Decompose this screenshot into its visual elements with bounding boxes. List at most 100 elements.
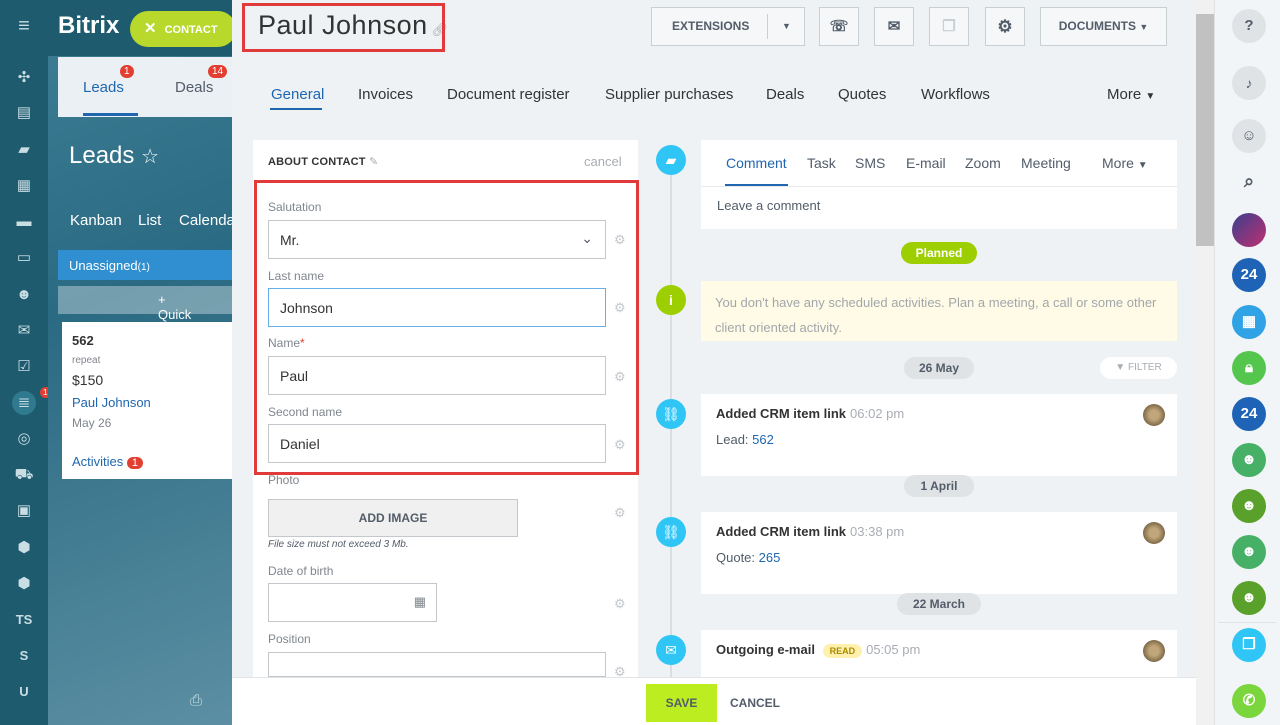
save-button[interactable]: SAVE	[646, 684, 717, 722]
column-name: Unassigned	[69, 258, 138, 273]
chat-icon[interactable]: ▰	[12, 138, 36, 162]
field-settings-icon[interactable]: ⚙	[614, 596, 626, 612]
tab-more[interactable]: More ▼	[1107, 86, 1155, 103]
view-kanban[interactable]: Kanban	[70, 212, 122, 229]
chat-icon[interactable]: ☺	[1232, 119, 1266, 153]
calendar-icon[interactable]: ▦	[12, 174, 36, 198]
bitrix24-icon[interactable]: 24	[1232, 258, 1266, 292]
view-list[interactable]: List	[138, 212, 161, 229]
filter-button[interactable]: ▼ FILTER	[1100, 357, 1177, 379]
event-link[interactable]: 265	[759, 550, 781, 565]
settings-button[interactable]: ⚙	[985, 7, 1025, 46]
tab-document-register[interactable]: Document register	[447, 86, 570, 103]
composer-tab-meeting[interactable]: Meeting	[1021, 155, 1071, 171]
add-image-button[interactable]: ADD IMAGE	[268, 499, 518, 537]
name-fields-highlight-box	[254, 180, 639, 475]
tab-deals[interactable]: Deals	[175, 79, 213, 96]
card-name-link[interactable]: Paul Johnson	[72, 395, 151, 410]
tab-deals[interactable]: Deals	[766, 86, 804, 103]
comment-input[interactable]: Leave a comment	[717, 198, 820, 213]
card-date: May 26	[72, 416, 112, 430]
phone-icon[interactable]: ✆	[1232, 684, 1266, 718]
dob-input[interactable]: ▦	[268, 583, 437, 622]
card-icon[interactable]: ▣	[12, 499, 36, 523]
kanban-card[interactable]: 562 repeat $150 Paul Johnson May 26 Acti…	[62, 322, 238, 479]
cancel-button[interactable]: CANCEL	[730, 684, 780, 722]
section-cancel-link[interactable]: cancel	[584, 154, 622, 169]
documents-button[interactable]: DOCUMENTS ▼	[1040, 7, 1167, 46]
crm-filter-icon[interactable]: ≣15	[12, 387, 55, 415]
field-settings-icon[interactable]: ⚙	[614, 505, 626, 521]
avatar[interactable]	[1232, 213, 1266, 247]
drive-icon[interactable]: ▭	[12, 246, 36, 270]
docs-icon[interactable]: ▬	[12, 210, 36, 234]
group-icon[interactable]: ☻	[1232, 581, 1266, 615]
column-count: (1)	[137, 262, 150, 273]
mail-icon[interactable]: ✉	[12, 319, 36, 343]
tab-quotes[interactable]: Quotes	[838, 86, 886, 103]
split-divider	[767, 14, 768, 39]
planned-badge: Planned	[901, 242, 977, 264]
composer-tab-more[interactable]: More ▼	[1102, 155, 1148, 171]
box-icon[interactable]: ⬢	[12, 536, 36, 560]
checklist-icon[interactable]: ☑	[12, 355, 36, 379]
quick-lead-button[interactable]: + Quick Lea	[58, 286, 258, 337]
group-icon[interactable]: ☻	[1232, 489, 1266, 523]
target-icon[interactable]: ◎	[12, 427, 36, 451]
composer-tab-sms[interactable]: SMS	[855, 155, 885, 171]
tab-invoices[interactable]: Invoices	[358, 86, 413, 103]
link-event-icon: ⛓	[656, 399, 686, 429]
date-separator: 22 March	[897, 593, 981, 615]
view-calendar[interactable]: Calenda	[179, 212, 235, 229]
calendar-icon[interactable]: ▦	[1232, 305, 1266, 339]
event-link[interactable]: 562	[752, 432, 774, 447]
activity-stream-icon[interactable]: ✣	[12, 66, 36, 90]
tab-leads[interactable]: Leads	[83, 79, 124, 96]
close-contact-button[interactable]: ✕ CONTACT	[130, 11, 236, 47]
star-icon[interactable]: ☆	[141, 146, 159, 168]
call-button[interactable]: ☏	[819, 7, 859, 46]
rail-item-s[interactable]: S	[12, 644, 36, 668]
group-icon[interactable]: ☻	[1232, 443, 1266, 477]
tab-supplier-purchases[interactable]: Supplier purchases	[605, 86, 733, 103]
help-icon[interactable]: ?	[1232, 9, 1266, 43]
scrollbar-thumb[interactable]	[1196, 14, 1214, 246]
pencil-icon[interactable]: ✎	[369, 156, 378, 168]
cart-icon[interactable]: ⛟	[12, 463, 36, 487]
composer-more-label: More	[1102, 155, 1134, 171]
phone-icon: ☏	[829, 18, 849, 35]
card-activities[interactable]: Activities 1	[72, 454, 144, 469]
group-icon[interactable]: ☻	[1232, 535, 1266, 569]
search-icon[interactable]: ⌕	[1232, 164, 1266, 198]
event-detail: Quote: 265	[716, 550, 780, 565]
chevron-down-icon[interactable]: ▼	[782, 8, 791, 45]
rail-item-ts[interactable]: TS	[12, 608, 36, 632]
box2-icon[interactable]: ⬢	[12, 572, 36, 596]
avatar[interactable]	[1143, 640, 1165, 662]
no-activities-notice: You don't have any scheduled activities.…	[701, 281, 1177, 341]
tab-workflows[interactable]: Workflows	[921, 86, 990, 103]
composer-tab-zoom[interactable]: Zoom	[965, 155, 1001, 171]
bitrix24-icon[interactable]: 24	[1232, 397, 1266, 431]
avatar[interactable]	[1143, 404, 1165, 426]
composer-tab-comment[interactable]: Comment	[726, 155, 787, 171]
title-highlight-box	[242, 3, 445, 52]
bell-icon[interactable]: ♪	[1232, 66, 1266, 100]
avatar[interactable]	[1143, 522, 1165, 544]
contacts-icon[interactable]: ☻	[12, 283, 36, 307]
composer-tab-task[interactable]: Task	[807, 155, 836, 171]
tab-general[interactable]: General	[271, 86, 324, 103]
timeline-event: Added CRM item link 06:02 pm Lead: 562	[701, 394, 1177, 476]
position-input[interactable]	[268, 652, 606, 677]
printer-icon[interactable]: ⎙	[190, 692, 202, 709]
copy-icon[interactable]: ❐	[1232, 628, 1266, 662]
menu-icon[interactable]: ≡	[12, 14, 36, 38]
composer-tab-email[interactable]: E-mail	[906, 155, 946, 171]
rail-item-u[interactable]: U	[12, 680, 36, 704]
messenger-button[interactable]: ❐	[929, 7, 969, 46]
extensions-button[interactable]: EXTENSIONS ▼	[651, 7, 805, 46]
tasks-icon[interactable]: ▤	[12, 101, 36, 125]
lock-icon[interactable]: 🔒︎	[1232, 351, 1266, 385]
email-button[interactable]: ✉	[874, 7, 914, 46]
calendar-icon[interactable]: ▦	[414, 594, 426, 610]
